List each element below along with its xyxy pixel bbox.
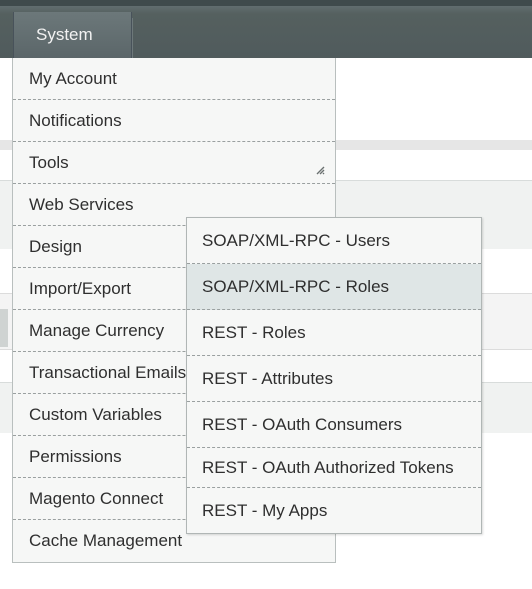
menu-item-tools[interactable]: Tools (13, 142, 335, 184)
menu-item-tools-label: Tools (29, 153, 69, 172)
submenu-item-rest-roles[interactable]: REST - Roles (187, 310, 481, 356)
top-navigation-bar: System (0, 0, 532, 58)
submenu-item-rest-oauth-authorized-tokens[interactable]: REST - OAuth Authorized Tokens (187, 448, 481, 488)
submenu-item-soap-roles[interactable]: SOAP/XML-RPC - Roles (187, 264, 481, 310)
nav-item-system[interactable]: System (13, 12, 132, 58)
resize-grip-icon (316, 166, 325, 175)
web-services-submenu: SOAP/XML-RPC - Users SOAP/XML-RPC - Role… (186, 217, 482, 534)
submenu-item-rest-my-apps[interactable]: REST - My Apps (187, 488, 481, 533)
nav-divider (132, 18, 133, 58)
nav-item-system-label: System (36, 25, 93, 44)
menu-item-my-account[interactable]: My Account (13, 58, 335, 100)
page-background-edge (0, 309, 8, 347)
menu-item-notifications[interactable]: Notifications (13, 100, 335, 142)
submenu-item-soap-users[interactable]: SOAP/XML-RPC - Users (187, 218, 481, 264)
submenu-item-rest-attributes[interactable]: REST - Attributes (187, 356, 481, 402)
submenu-item-rest-oauth-consumers[interactable]: REST - OAuth Consumers (187, 402, 481, 448)
